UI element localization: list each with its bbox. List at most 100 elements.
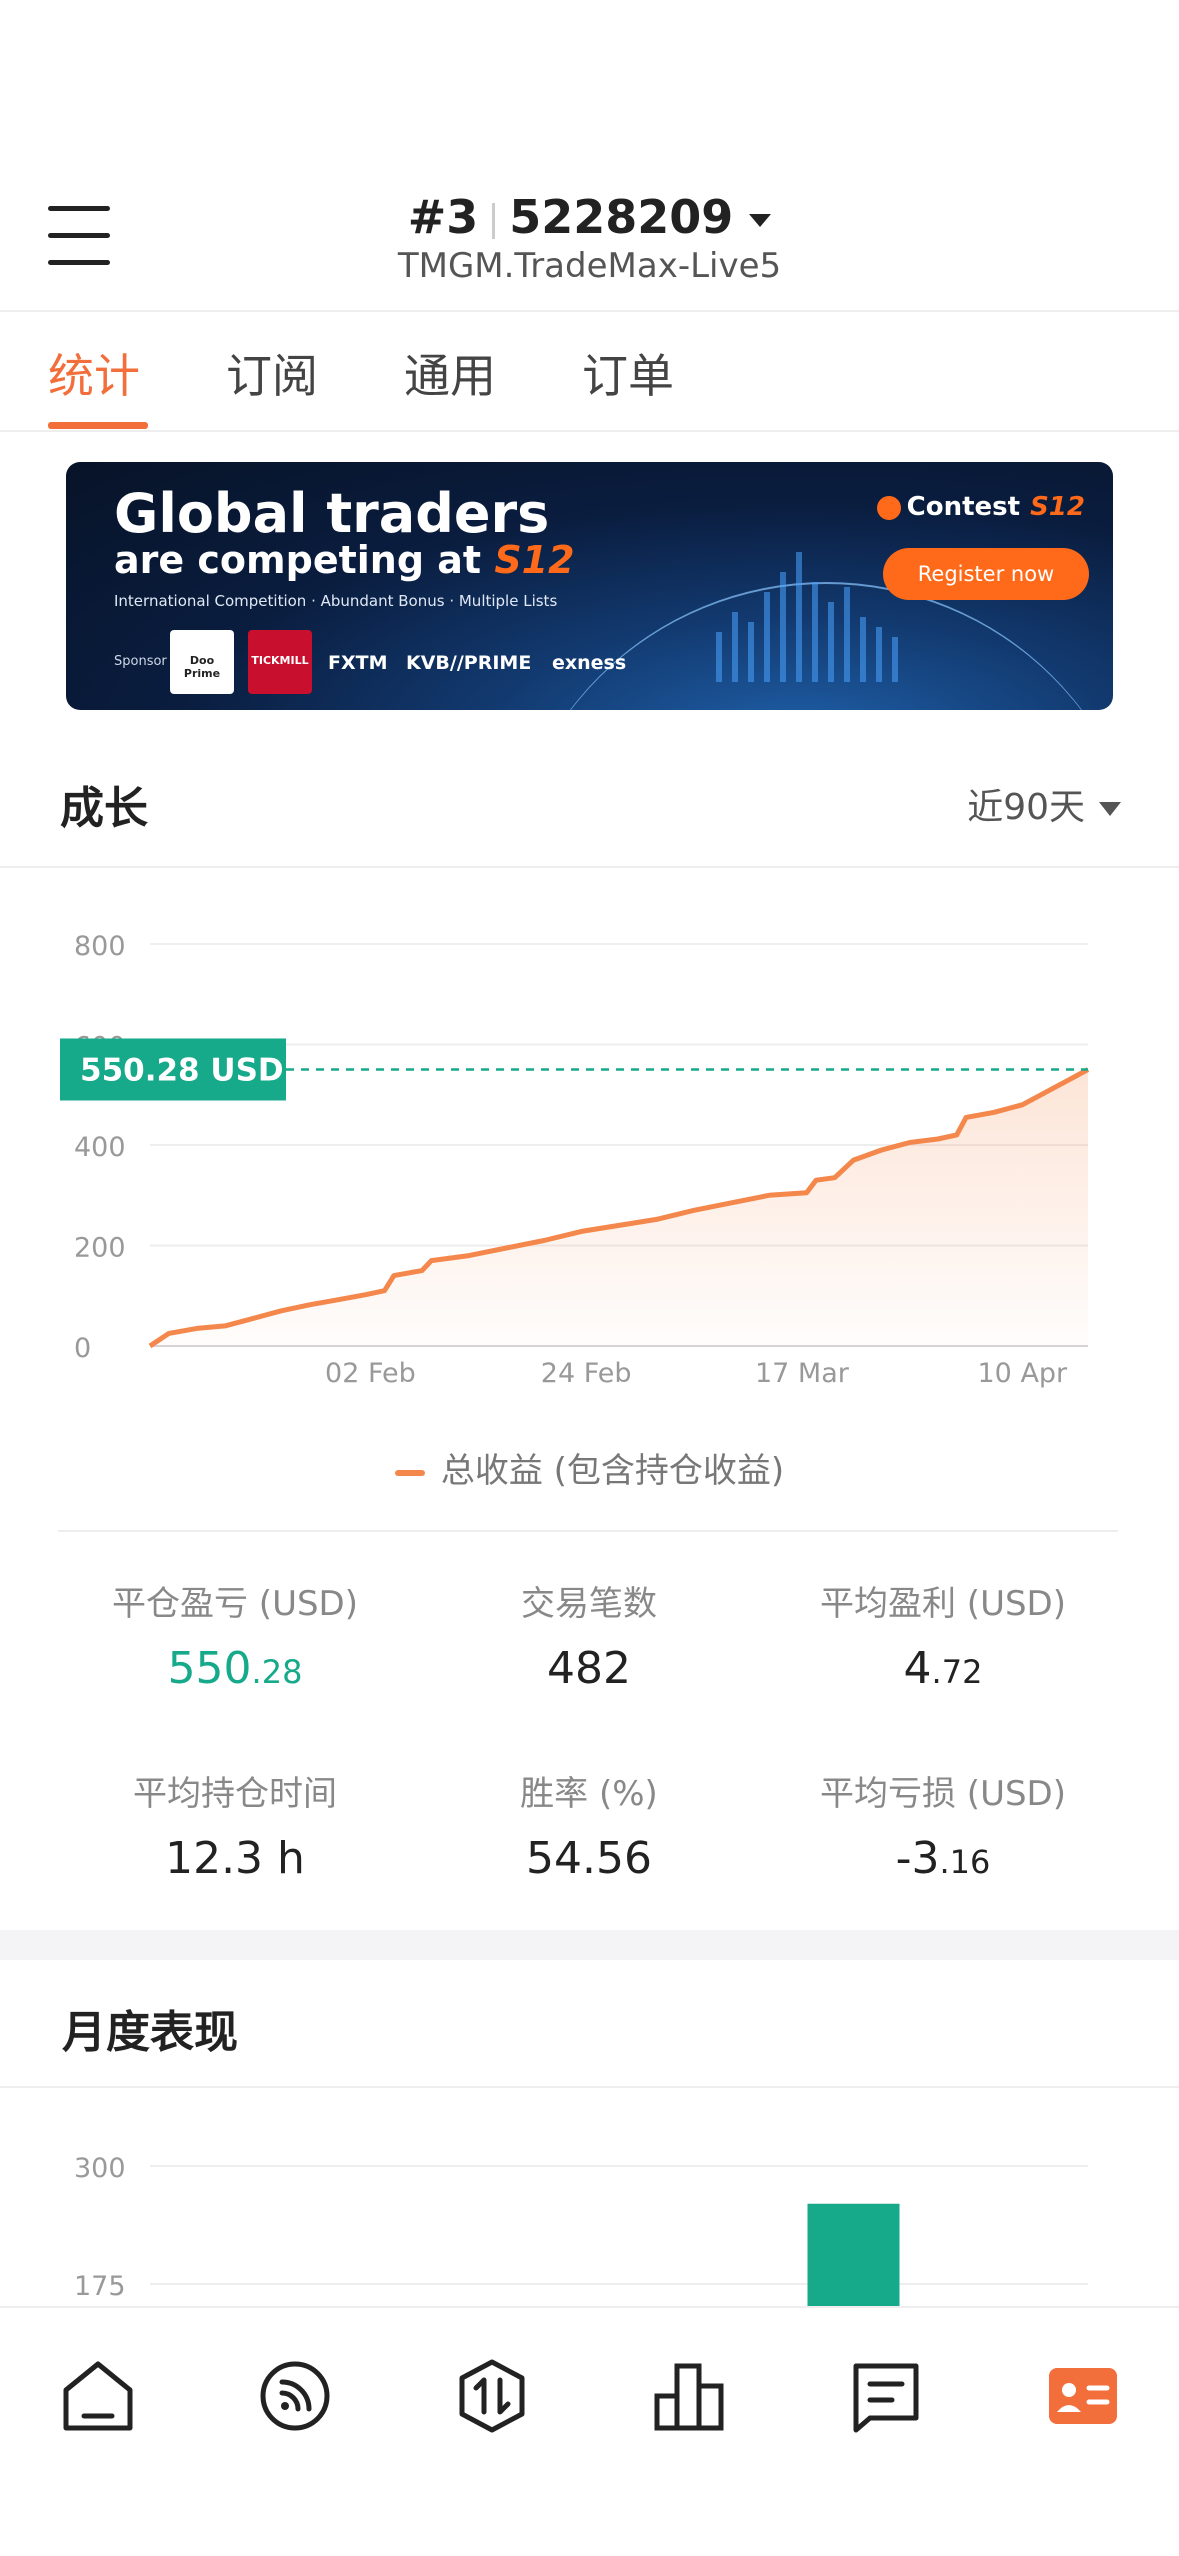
monthly-section-title: 月度表现 (62, 2007, 238, 2058)
monthly-bar (807, 2203, 900, 2306)
divider (492, 202, 496, 239)
divider (0, 866, 1179, 868)
stat-label: 平均持仓时间 (133, 1774, 337, 1814)
nav-profile[interactable] (1043, 2356, 1123, 2436)
time-range-selector[interactable]: 近90天 (967, 778, 1121, 830)
account-index: #3 (407, 190, 479, 244)
y-tick-label: 200 (74, 1233, 126, 1264)
profile-card-icon (1049, 2368, 1117, 2424)
y-tick-label: 300 (74, 2153, 126, 2184)
growth-area (150, 1069, 1088, 1346)
home-icon (63, 2361, 133, 2431)
contest-badge: Contest S12 (876, 492, 1085, 522)
banner-subtitle-line: are competing at S12 (114, 538, 575, 582)
chart-bars-graphic (716, 552, 898, 682)
stat-value-int: 4 (903, 1643, 932, 1694)
tab-statistics[interactable]: 统计 (48, 340, 140, 406)
nav-home[interactable] (58, 2356, 138, 2436)
stat-label: 平仓盈亏 (USD) (112, 1584, 358, 1624)
legend-swatch (394, 1469, 425, 1476)
stat-value-int: 482 (547, 1643, 631, 1694)
time-range-label: 近90天 (967, 787, 1085, 828)
nav-trade[interactable] (452, 2356, 532, 2436)
contest-s12-label: S12 (1030, 492, 1085, 522)
sponsor-tickmill-logo: TICKMILL (248, 630, 312, 694)
contest-logo-icon (876, 495, 901, 520)
contest-banner[interactable]: Global traders are competing at S12 Inte… (66, 462, 1113, 710)
x-tick-label: 10 Apr (978, 1358, 1069, 1389)
stat-value-int: 550 (167, 1643, 252, 1694)
tab-orders[interactable]: 订单 (582, 340, 674, 406)
tab-general[interactable]: 通用 (404, 340, 496, 406)
sponsor-exness-logo: exness (552, 652, 627, 674)
status-bar-space (0, 0, 1179, 180)
stat-closed-pnl: 平仓盈亏 (USD) 550.28 (55, 1576, 415, 1694)
x-tick-label: 17 Mar (755, 1358, 850, 1389)
y-tick-label: 0 (74, 1333, 91, 1364)
y-tick-label: 800 (74, 931, 126, 962)
account-number: 5228209 (509, 190, 734, 244)
stat-value-dec: .16 (939, 1843, 991, 1881)
server-name: TMGM.TradeMax-Live5 (397, 246, 782, 286)
stat-value: 550.28 (55, 1643, 415, 1694)
divider (58, 1530, 1118, 1532)
trade-icon (459, 2359, 525, 2433)
active-tab-indicator (48, 422, 148, 429)
messages-icon (853, 2363, 919, 2433)
stat-label: 胜率 (%) (520, 1774, 658, 1814)
chart-legend: 总收益 (包含持仓收益) (0, 1443, 1179, 1492)
legend-label: 总收益 (包含持仓收益) (440, 1451, 785, 1491)
stat-value: 4.72 (763, 1643, 1123, 1694)
banner-description: International Competition · Abundant Bon… (114, 592, 558, 610)
rankings-icon (654, 2363, 724, 2431)
sponsor-label: Sponsor (114, 654, 167, 669)
banner-title: Global traders (114, 482, 550, 545)
sponsor-fxtm-logo: FXTM (328, 652, 388, 674)
monthly-chart-svg: 175 300 (74, 2153, 1088, 2306)
stat-avg-profit: 平均盈利 (USD) 4.72 (763, 1576, 1123, 1694)
contest-label: Contest (906, 492, 1021, 522)
monthly-chart[interactable]: 175 300 (0, 2110, 1179, 2306)
x-tick-label: 02 Feb (325, 1358, 416, 1389)
chevron-down-icon (1099, 802, 1121, 816)
stat-value-int: -3 (895, 1833, 940, 1884)
growth-section-title: 成长 (60, 783, 148, 834)
y-tick-label: 175 (74, 2271, 126, 2302)
banner-s12-label: S12 (494, 538, 575, 582)
bottom-navigation (0, 2306, 1179, 2556)
account-selector[interactable]: #3 5228209 (0, 190, 1179, 244)
divider (0, 2086, 1179, 2088)
stat-label: 平均亏损 (USD) (820, 1774, 1066, 1814)
nav-signals[interactable] (255, 2356, 335, 2436)
account-header: #3 5228209 TMGM.TradeMax-Live5 (0, 180, 1179, 312)
signal-feed-icon (260, 2361, 330, 2431)
stat-value: 54.56 (409, 1833, 769, 1884)
stat-value-int: 54.56 (526, 1833, 652, 1884)
banner-title-line2: are competing at (114, 538, 482, 582)
stat-label: 平均盈利 (USD) (820, 1584, 1066, 1624)
current-value-label: 550.28 USD (80, 1052, 284, 1088)
nav-rankings[interactable] (649, 2356, 729, 2436)
stat-avg-hold-time: 平均持仓时间 12.3 h (55, 1766, 415, 1884)
tab-bar: 统计 订阅 通用 订单 (0, 312, 1179, 432)
stat-value-dec: .28 (251, 1653, 303, 1691)
sponsor-kvb-prime-logo: KVB//PRIME (406, 652, 532, 674)
stat-value: -3.16 (763, 1833, 1123, 1884)
register-now-button[interactable]: Register now (883, 548, 1089, 600)
stat-label: 交易笔数 (521, 1584, 657, 1624)
stat-value-dec: .72 (931, 1653, 983, 1691)
stat-value-int: 12.3 h (165, 1833, 305, 1884)
nav-messages[interactable] (846, 2356, 926, 2436)
sponsor-doo-prime-logo: Doo Prime (170, 630, 234, 694)
growth-chart-svg: 0200400600800 02 Feb24 Feb17 Mar10 Apr 5… (60, 931, 1090, 1389)
section-separator (0, 1930, 1179, 1960)
stat-value: 482 (409, 1643, 769, 1694)
stat-value: 12.3 h (55, 1833, 415, 1884)
chevron-down-icon (749, 214, 772, 227)
growth-chart[interactable]: 0200400600800 02 Feb24 Feb17 Mar10 Apr 5… (0, 890, 1179, 1410)
tab-subscribe[interactable]: 订阅 (226, 340, 318, 406)
y-tick-label: 400 (74, 1132, 126, 1163)
stat-win-rate: 胜率 (%) 54.56 (409, 1766, 769, 1884)
stat-avg-loss: 平均亏损 (USD) -3.16 (763, 1766, 1123, 1884)
x-tick-label: 24 Feb (541, 1358, 632, 1389)
